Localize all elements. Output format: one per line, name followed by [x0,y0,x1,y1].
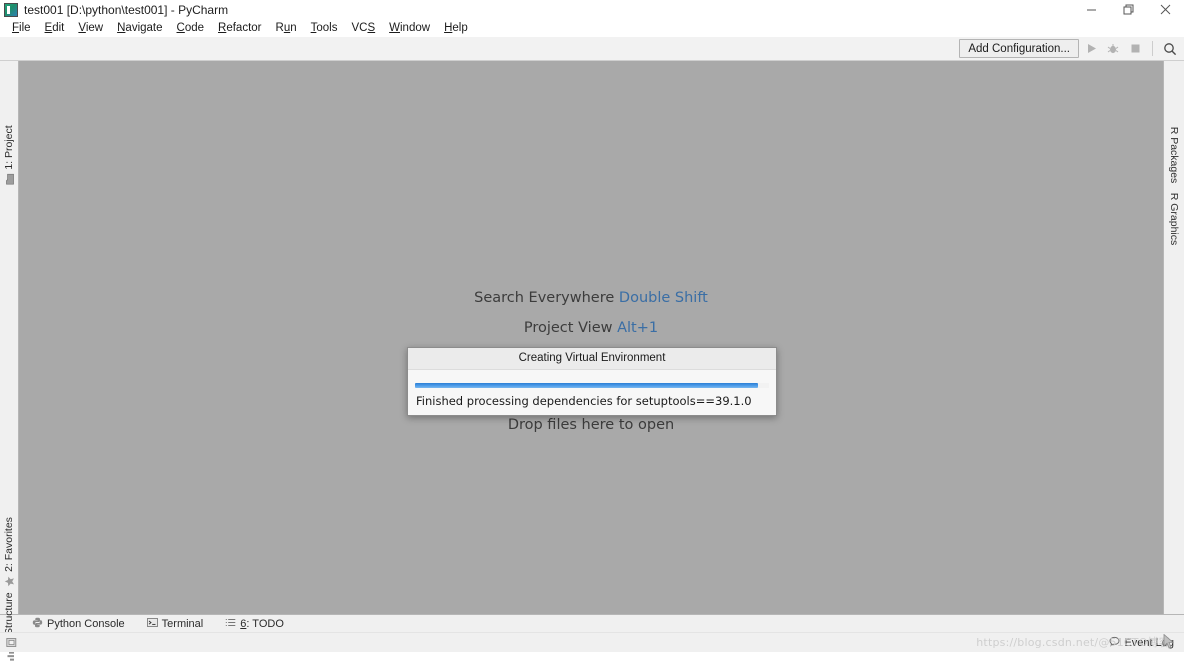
bottom-item-label: Terminal [161,617,204,630]
stop-square-icon[interactable] [1125,38,1145,60]
restore-button[interactable] [1110,0,1147,19]
workspace: 1: Project 2: Favorites 7: Structure Sea… [0,61,1184,661]
sidebar-item-project[interactable]: 1: Project [3,125,15,185]
menu-item-run[interactable]: Run [269,20,304,37]
sidebar-item-favorites[interactable]: 2: Favorites [3,517,15,587]
run-play-icon[interactable] [1081,38,1101,60]
layout-toggle-icon[interactable] [6,636,19,649]
sidebar-item-label: 1: Project [3,125,15,170]
title-bar: test001 [D:\python\test001] - PyCharm [0,0,1184,19]
menu-item-edit[interactable]: Edit [38,20,72,37]
project-folder-icon [4,173,15,185]
creating-virtual-environment-dialog: Creating Virtual Environment Finished pr… [407,347,777,416]
progress-bar-fill [415,383,759,388]
terminal-icon [146,617,158,631]
debug-bug-icon[interactable] [1103,38,1123,60]
hint-label: Project View [523,320,613,336]
bottom-tool-stripe: Python Console Terminal 6: TODO [0,614,1184,632]
minimize-button[interactable] [1073,0,1110,19]
sidebar-item-r-graphics[interactable]: R Graphics [1168,193,1180,246]
hint-shortcut: Alt+1 [617,320,659,336]
dialog-status-text: Finished processing dependencies for set… [416,394,752,408]
bottom-item-todo[interactable]: 6: TODO [214,615,295,632]
menu-item-help[interactable]: Help [437,20,475,37]
mouse-cursor-icon [1163,633,1175,650]
watermark-text: https://blog.csdn.net/@51CTO博客 [976,636,1170,649]
structure-icon [4,651,15,662]
menu-item-window[interactable]: Window [382,20,437,37]
bottom-item-name: TODO [252,617,284,630]
hint-project-view: Project View Alt+1 [524,313,658,343]
main-toolbar: Add Configuration... [0,37,1184,61]
menu-bar: File Edit View Navigate Code Refactor Ru… [0,19,1184,37]
menu-item-file[interactable]: File [5,20,38,37]
menu-item-view[interactable]: View [71,20,110,37]
right-tool-stripe: R Packages R Graphics [1163,61,1184,614]
toolbar-separator [1152,41,1153,56]
dialog-title: Creating Virtual Environment [408,348,776,370]
progress-bar-container [408,370,776,388]
window-controls [1073,0,1184,19]
pycharm-icon [4,2,18,17]
status-bar: Event Log https://blog.csdn.net/@51CTO博客 [0,632,1184,652]
window-title: test001 [D:\python\test001] - PyCharm [24,2,229,17]
menu-item-refactor[interactable]: Refactor [211,20,268,37]
bottom-item-python-console[interactable]: Python Console [21,615,136,632]
left-tool-stripe: 1: Project 2: Favorites 7: Structure [0,61,19,661]
bottom-item-terminal[interactable]: Terminal [136,615,215,632]
hint-search-everywhere: Search Everywhere Double Shift [474,283,708,313]
progress-bar-track [415,383,769,388]
hint-label: Search Everywhere [474,290,615,306]
close-button[interactable] [1147,0,1184,19]
bottom-item-label: 6: TODO [240,618,284,630]
bottom-item-label: Python Console [47,617,125,630]
menu-item-navigate[interactable]: Navigate [110,20,169,37]
hint-shortcut: Double Shift [618,290,708,306]
search-icon[interactable] [1160,38,1180,60]
python-icon [32,617,43,631]
menu-item-tools[interactable]: Tools [304,20,345,37]
editor-empty-area: Search Everywhere Double Shift Project V… [19,61,1163,614]
menu-item-vcs[interactable]: VCS [344,20,382,37]
favorites-star-icon [4,576,15,587]
todo-list-icon [225,617,236,631]
menu-item-code[interactable]: Code [170,20,212,37]
dialog-body: Finished processing dependencies for set… [408,370,776,415]
add-configuration-button[interactable]: Add Configuration... [959,39,1079,58]
sidebar-item-label: 2: Favorites [3,517,15,572]
sidebar-item-r-packages[interactable]: R Packages [1168,127,1180,184]
sidebar-item-label: R Packages [1168,126,1180,184]
sidebar-item-label: R Graphics [1168,192,1180,246]
